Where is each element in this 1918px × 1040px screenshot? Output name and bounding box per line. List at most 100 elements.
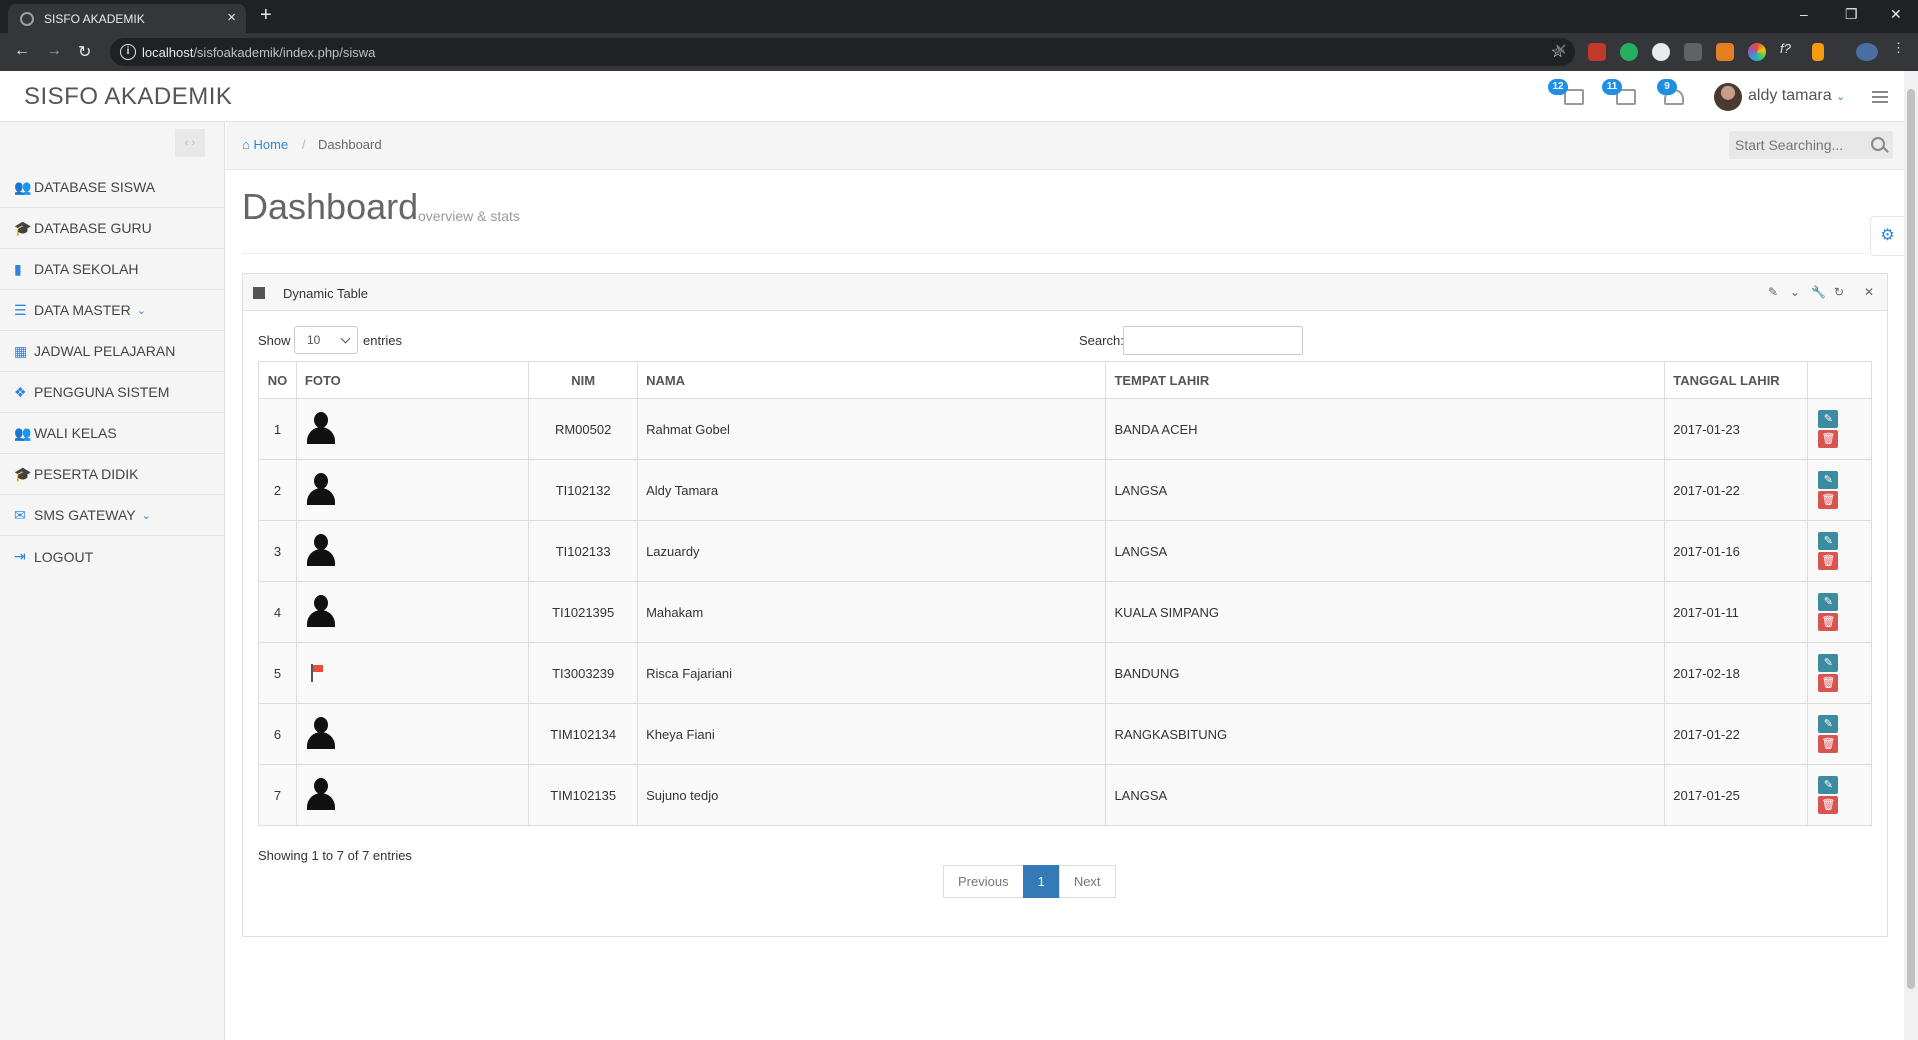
cell-actions: ✎ 🗑 [1807,764,1872,826]
sidebar-item-data-master[interactable]: ☰ DATA MASTER ⌄ [0,290,225,331]
cell-nama: Kheya Fiani [637,703,1107,765]
extension-color-icon[interactable] [1748,43,1766,61]
sidebar-item-database-siswa[interactable]: 👥 DATABASE SISWA [0,167,225,208]
trash-icon[interactable]: 🗑 [1818,552,1839,570]
hamburger-menu-icon[interactable] [1872,91,1888,103]
minimize-icon[interactable]: – [1800,6,1808,22]
person-silhouette-icon [305,412,337,446]
sidebar-item-logout[interactable]: ⇥ LOGOUT [0,536,225,577]
next-page-button[interactable]: Next [1058,865,1116,898]
browser-menu-icon[interactable]: ⋮ [1892,40,1910,58]
trash-icon[interactable]: 🗑 [1818,430,1839,448]
extension-flag-icon[interactable] [1812,43,1824,61]
extension-green-icon[interactable] [1620,43,1638,61]
wrench-icon[interactable]: 🔧 [1811,285,1826,299]
settings-gear-icon[interactable]: ⚙ [1870,216,1904,256]
collapse-widget-icon[interactable]: ⌄ [1789,285,1801,299]
trash-icon[interactable]: 🗑 [1818,613,1839,631]
page-scrollbar[interactable] [1904,71,1918,1040]
cell-no: 7 [258,764,297,826]
search-icon[interactable] [1871,137,1885,151]
sidebar-item-data-sekolah[interactable]: ▮ DATA SEKOLAH [0,249,225,290]
chevron-down-icon: ⌄ [141,509,151,522]
cell-tempat-lahir: LANGSA [1105,764,1666,826]
breadcrumb: ⌂ Home / Dashboard [226,122,1904,170]
column-header-foto[interactable]: FOTO [295,361,530,399]
sidebar-toggle-button[interactable]: ‹ › [175,129,205,157]
extension-x-icon[interactable]: ✕ [1554,40,1572,59]
edit-icon[interactable]: ✎ [1818,593,1839,611]
cell-actions: ✎ 🗑 [1807,581,1872,643]
refresh-icon[interactable]: ↻ [1833,285,1845,299]
entries-select[interactable]: 10 [294,326,358,354]
sidebar-item-wali-kelas[interactable]: 👥 WALI KELAS [0,413,225,454]
calendar-icon: ▦ [14,342,28,359]
edit-icon[interactable]: ✎ [1818,532,1839,550]
info-icon[interactable]: i [120,44,136,60]
cell-actions: ✎ 🗑 [1807,398,1872,460]
column-header-tanggal-lahir[interactable]: TANGGAL LAHIR [1664,361,1809,399]
profile-avatar-icon[interactable] [1856,43,1878,61]
sidebar-item-label: DATA SEKOLAH [34,261,139,277]
close-tab-icon[interactable]: × [227,9,236,26]
extension-white-icon[interactable] [1652,43,1670,61]
forward-icon[interactable]: → [46,42,62,60]
breadcrumb-separator: / [302,137,306,152]
close-widget-icon[interactable]: ✕ [1863,285,1875,299]
cell-tempat-lahir: BANDUNG [1105,642,1666,704]
column-header-actions [1807,361,1872,399]
extension-grey-icon[interactable] [1684,43,1702,61]
breadcrumb-home-link[interactable]: ⌂ Home [242,137,288,152]
column-header-nim[interactable]: NIM [528,361,639,399]
envelope-icon: ✉ [14,506,26,523]
trash-icon[interactable]: 🗑 [1818,491,1839,509]
previous-page-button[interactable]: Previous [943,865,1024,898]
column-header-nama[interactable]: NAMA [637,361,1107,399]
edit-widget-icon[interactable]: ✎ [1767,285,1779,299]
cell-nama: Sujuno tedjo [637,764,1107,826]
edit-icon[interactable]: ✎ [1818,471,1839,489]
trash-icon[interactable]: 🗑 [1818,796,1839,814]
trash-icon[interactable]: 🗑 [1818,735,1839,753]
sidebar-item-database-guru[interactable]: 🎓 DATABASE GURU [0,208,225,249]
edit-icon[interactable]: ✎ [1818,654,1839,672]
table-search-input[interactable] [1123,326,1303,355]
scrollbar-thumb[interactable] [1907,89,1915,989]
entries-label: entries [363,333,403,348]
graduation-cap-icon: 🎓 [14,465,32,482]
sidebar-item-label: SMS GATEWAY [34,507,136,523]
sidebar-item-jadwal-pelajaran[interactable]: ▦ JADWAL PELAJARAN [0,331,225,372]
column-header-no[interactable]: NO [258,361,297,399]
cell-tempat-lahir: RANGKASBITUNG [1105,703,1666,765]
brand-title[interactable]: SISFO AKADEMIK [24,83,232,111]
back-icon[interactable]: ← [14,42,30,60]
envelope-icon[interactable] [1564,89,1584,105]
cell-nim: RM00502 [528,398,639,460]
page-1-button[interactable]: 1 [1022,865,1060,898]
cell-tanggal-lahir: 2017-01-25 [1664,764,1809,826]
restore-icon[interactable]: ❐ [1845,6,1858,23]
chevron-down-icon: ⌄ [1836,91,1846,103]
sidebar-item-peserta-didik[interactable]: 🎓 PESERTA DIDIK [0,454,225,495]
sidebar-item-pengguna-sistem[interactable]: ❖ PENGGUNA SISTEM [0,372,225,413]
window-close-icon[interactable]: ✕ [1890,6,1902,23]
trash-icon[interactable]: 🗑 [1818,674,1839,692]
edit-icon[interactable]: ✎ [1818,715,1839,733]
edit-icon[interactable]: ✎ [1818,776,1839,794]
user-avatar[interactable] [1714,83,1742,111]
browser-tab[interactable]: SISFO AKADEMIK × [8,4,246,33]
extension-fx-icon[interactable]: f? [1780,41,1798,59]
edit-icon[interactable]: ✎ [1818,410,1839,428]
table-row: 6 TIM102134 Kheya Fiani RANGKASBITUNG 20… [258,703,1872,765]
new-tab-icon[interactable]: + [260,4,272,27]
address-bar[interactable]: i localhost/sisfoakademik/index.php/sisw… [110,38,1575,66]
column-header-tempat-lahir[interactable]: TEMPAT LAHIR [1105,361,1666,399]
url-host: localhost [142,45,194,60]
sidebar-item-sms-gateway[interactable]: ✉ SMS GATEWAY ⌄ [0,495,225,536]
extension-orange-icon[interactable] [1716,43,1734,61]
tasks-badge: 9 [1657,79,1677,95]
reload-icon[interactable]: ↻ [78,42,91,62]
user-menu[interactable]: aldy tamara ⌄ [1748,87,1845,105]
extension-red-icon[interactable] [1588,43,1606,61]
global-search-input[interactable] [1735,135,1860,155]
